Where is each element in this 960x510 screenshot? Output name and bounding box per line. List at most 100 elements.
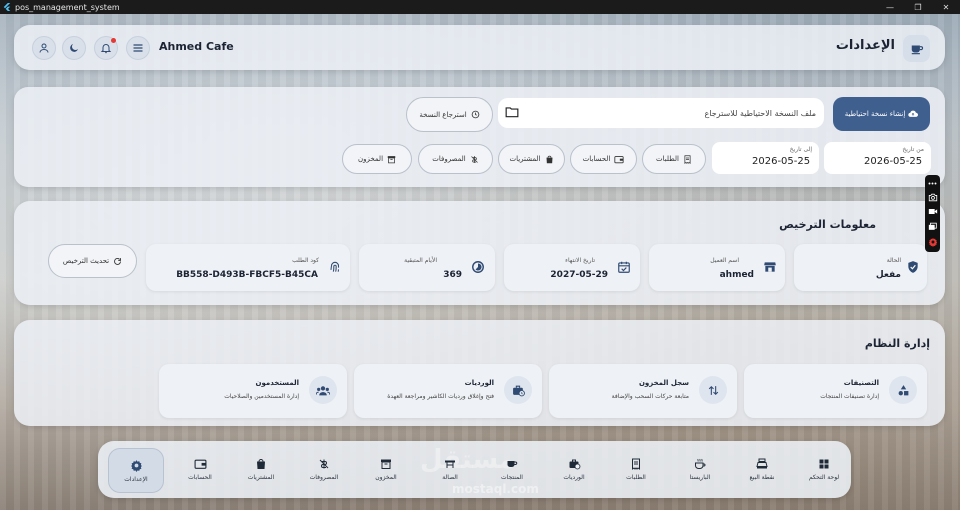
to-date-value: 2026-05-25 — [752, 156, 811, 167]
menu-button[interactable] — [126, 36, 150, 60]
expiry-label: تاريخ الانتهاء — [565, 257, 595, 264]
red-gear-icon[interactable] — [928, 237, 938, 248]
nav-hall[interactable]: الصالة — [422, 448, 478, 490]
from-date-field[interactable]: من تاريخ 2026-05-25 — [824, 142, 931, 174]
restore-backup-button[interactable]: استرجاع النسخة — [406, 97, 493, 132]
expiry-value: 2027-05-29 — [550, 270, 608, 280]
nav-inventory[interactable]: المخزون — [358, 448, 414, 490]
users-desc: إدارة المستخدمين والصلاحيات — [224, 393, 299, 400]
nav-products-label: المنتجات — [501, 473, 523, 481]
users-icon — [316, 385, 330, 395]
nav-expenses[interactable]: المصروفات — [296, 448, 352, 490]
fingerprint-icon — [330, 261, 340, 272]
folder-icon[interactable] — [505, 106, 519, 118]
nav-purchases-label: المشتريات — [247, 473, 275, 481]
shopping-bag-icon — [257, 458, 265, 469]
bell-icon — [100, 44, 112, 54]
coffee-maker-icon — [695, 458, 706, 469]
shifts-title: الورديات — [464, 379, 494, 387]
backup-file-field[interactable]: ملف النسخة الاحتياطية للاسترجاع — [498, 98, 824, 128]
window-titlebar: pos_management_system — ❐ ✕ — [0, 0, 960, 14]
nav-orders[interactable]: الطلبات — [608, 448, 664, 490]
cloud-upload-icon — [908, 110, 919, 117]
remaining-days-label: الأيام المتبقية — [404, 257, 437, 264]
notification-badge — [111, 38, 116, 43]
create-backup-button[interactable]: إنشاء نسخة احتياطية — [833, 97, 930, 131]
license-customer-box: اسم العميل ahmed — [649, 244, 785, 291]
report-expenses-label: المصروفات — [432, 155, 466, 163]
video-icon[interactable] — [928, 207, 938, 216]
nav-hall-label: الصالة — [442, 473, 458, 481]
refresh-license-label: تحديث الترخيص — [62, 257, 110, 265]
users-icon-circle — [309, 376, 337, 404]
nav-shifts-label: الورديات — [563, 473, 585, 481]
nav-barista[interactable]: الباريستا — [672, 448, 728, 490]
verified-shield-icon — [908, 261, 918, 273]
nav-pos[interactable]: نقطة البيع — [734, 448, 790, 490]
nav-pos-label: نقطة البيع — [749, 473, 775, 481]
license-status-box: الحالة مفعل — [794, 244, 927, 291]
close-button[interactable]: ✕ — [932, 3, 960, 12]
minimize-button[interactable]: — — [876, 3, 904, 12]
nav-barista-label: الباريستا — [689, 473, 711, 481]
cafe-name: Ahmed Cafe — [159, 40, 234, 53]
nav-settings[interactable]: الإعدادات — [108, 448, 164, 493]
camera-icon[interactable] — [928, 193, 938, 202]
nav-products[interactable]: المنتجات — [484, 448, 540, 490]
shifts-desc: فتح وإغلاق ورديات الكاشير ومراجعة العهدة — [387, 393, 494, 400]
wallet-icon — [614, 155, 624, 163]
nav-inventory-label: المخزون — [375, 473, 397, 481]
archive-icon — [387, 155, 396, 163]
report-expenses-button[interactable]: المصروفات — [418, 144, 493, 174]
copy-icon[interactable] — [928, 222, 938, 231]
inventory-log-card[interactable]: سجل المخزون متابعة حركات السحب والإضافة — [549, 364, 737, 418]
users-card[interactable]: المستخدمون إدارة المستخدمين والصلاحيات — [159, 364, 347, 418]
request-code-value: BB558-D493B-FBCF5-B45CA — [176, 270, 318, 280]
receipt-icon — [632, 458, 640, 470]
categories-icon-circle — [889, 376, 917, 404]
coffee-icon — [507, 460, 518, 467]
to-date-field[interactable]: إلى تاريخ 2026-05-25 — [712, 142, 819, 174]
refresh-license-button[interactable]: تحديث الترخيص — [48, 244, 137, 278]
shapes-icon — [898, 384, 908, 395]
license-remaining-box: الأيام المتبقية 369 — [359, 244, 495, 291]
nav-accounts-label: الحسابات — [188, 473, 212, 481]
flutter-logo-icon — [3, 3, 11, 11]
report-purchases-button[interactable]: المشتريات — [498, 144, 565, 174]
from-date-value: 2026-05-25 — [864, 156, 923, 167]
theme-toggle-button[interactable] — [62, 36, 86, 60]
nav-dashboard[interactable]: لوحة التحكم — [796, 448, 852, 490]
backup-file-label: ملف النسخة الاحتياطية للاسترجاع — [704, 108, 816, 118]
nav-expenses-label: المصروفات — [309, 473, 339, 481]
nav-shifts[interactable]: الورديات — [546, 448, 602, 490]
gear-icon — [130, 459, 142, 472]
categories-title: التصنيفات — [843, 379, 879, 387]
customer-value: ahmed — [719, 270, 754, 280]
profile-button[interactable] — [32, 36, 56, 60]
swap-vertical-icon — [708, 385, 718, 395]
system-management-title: إدارة النظام — [864, 337, 930, 350]
nav-purchases[interactable]: المشتريات — [233, 448, 289, 490]
report-inventory-button[interactable]: المخزون — [342, 144, 412, 174]
inventory-log-icon-circle — [699, 376, 727, 404]
report-orders-button[interactable]: الطلبات — [642, 144, 706, 174]
money-off-icon — [471, 155, 478, 163]
more-dots-icon[interactable] — [928, 180, 937, 187]
nav-accounts[interactable]: الحسابات — [172, 448, 228, 490]
customer-label: اسم العميل — [710, 257, 739, 264]
categories-card[interactable]: التصنيفات إدارة تصنيفات المنتجات — [744, 364, 927, 418]
notifications-button[interactable] — [94, 36, 118, 60]
restore-backup-label: استرجاع النسخة — [419, 110, 467, 119]
coffee-icon — [911, 45, 923, 54]
nav-orders-label: الطلبات — [626, 473, 646, 481]
shifts-card[interactable]: الورديات فتح وإغلاق ورديات الكاشير ومراج… — [354, 364, 542, 418]
dashboard-icon — [819, 459, 829, 468]
license-expiry-box: تاريخ الانتهاء 2027-05-29 — [504, 244, 640, 291]
request-code-label: كود الطلب — [292, 257, 319, 264]
users-title: المستخدمون — [255, 379, 300, 387]
report-accounts-button[interactable]: الحسابات — [570, 144, 637, 174]
receipt-icon — [684, 154, 691, 164]
report-accounts-label: الحسابات — [582, 155, 611, 163]
report-orders-label: الطلبات — [656, 155, 679, 163]
maximize-button[interactable]: ❐ — [904, 3, 932, 12]
